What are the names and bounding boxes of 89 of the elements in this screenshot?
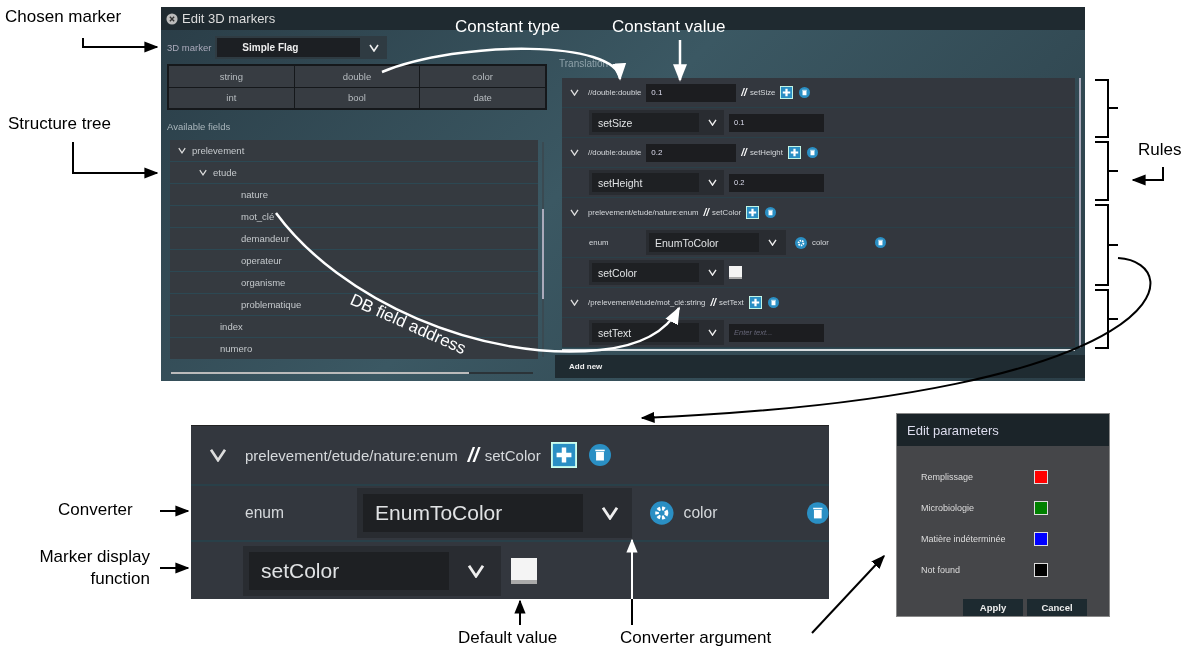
tree-item[interactable]: mot_clé <box>241 211 275 222</box>
tree-item[interactable]: etude <box>213 167 237 178</box>
function-dropdown[interactable]: setColor <box>589 260 724 285</box>
constant-type-button[interactable]: bool <box>294 87 420 108</box>
delete-icon[interactable] <box>799 87 811 98</box>
chevron-down-icon <box>708 179 717 186</box>
function-dropdown[interactable]: setSize <box>589 110 724 135</box>
separator-text: // <box>467 443 479 467</box>
delete-icon[interactable] <box>807 502 829 524</box>
tree-item[interactable]: demandeur <box>241 233 290 244</box>
chevron-down-icon <box>768 239 777 246</box>
chevron-down-icon <box>601 506 620 520</box>
close-icon[interactable] <box>166 12 178 25</box>
add-icon[interactable] <box>787 146 801 159</box>
add-icon[interactable] <box>780 86 794 99</box>
chevron-down-icon <box>708 269 717 276</box>
scrollbar[interactable] <box>1079 78 1081 348</box>
color-swatch[interactable] <box>729 266 742 279</box>
annotation-label: Marker display function <box>38 546 150 590</box>
chevron-down-icon[interactable] <box>570 89 579 96</box>
tree-item[interactable]: organisme <box>241 277 286 288</box>
add-icon[interactable] <box>748 296 762 309</box>
parameter-label: Matière indéterminée <box>921 533 1007 544</box>
parameter-label: Microbiologie <box>921 502 976 513</box>
window-title: Edit 3D markers <box>182 11 276 26</box>
function-name: setColor <box>484 446 541 464</box>
annotation-label: Converter <box>58 500 133 520</box>
settings-icon[interactable] <box>795 236 807 249</box>
tree-item[interactable]: prelevement <box>192 145 245 156</box>
settings-icon[interactable] <box>650 501 674 525</box>
annotation-label: Constant type <box>455 17 560 37</box>
chevron-down-icon <box>708 329 717 336</box>
annotation-label: Chosen marker <box>5 7 122 27</box>
chevron-down-icon[interactable] <box>199 169 207 176</box>
delete-icon[interactable] <box>875 237 886 248</box>
converter-dropdown[interactable]: EnumToColor <box>646 230 786 255</box>
constant-type-button[interactable]: double <box>294 66 420 87</box>
parameter-label: Remplissage <box>921 471 975 482</box>
chevron-down-icon[interactable] <box>570 299 579 306</box>
scrollbar[interactable] <box>171 372 533 374</box>
tree-item[interactable]: nature <box>241 189 268 200</box>
chevron-down-icon[interactable] <box>570 149 579 156</box>
delete-icon[interactable] <box>765 207 777 218</box>
scrollbar[interactable] <box>542 142 544 357</box>
chevron-down-icon <box>708 119 717 126</box>
constant-type-button[interactable]: string <box>169 66 294 87</box>
separator-text: // <box>741 147 747 158</box>
annotation-label: Structure tree <box>8 114 111 134</box>
tree-item[interactable]: problematique <box>241 299 302 310</box>
constant-value-input[interactable]: 0.2 <box>646 143 737 162</box>
separator-text: // <box>710 297 716 308</box>
converter-type-label: enum <box>245 504 285 522</box>
add-new-button[interactable]: Add new <box>569 362 603 371</box>
dialog-button[interactable]: Apply <box>963 599 1023 616</box>
constant-type-button[interactable]: int <box>169 87 294 108</box>
chevron-down-icon[interactable] <box>178 147 186 154</box>
function-dropdown[interactable]: setColor <box>243 546 501 596</box>
delete-icon[interactable] <box>588 444 611 466</box>
add-icon[interactable] <box>746 206 760 219</box>
constant-type-button[interactable]: date <box>420 87 545 108</box>
converter-argument: color <box>683 504 719 522</box>
tree-item[interactable]: index <box>220 321 243 332</box>
fields-label: Available fields <box>167 121 232 134</box>
chevron-down-icon <box>369 43 380 52</box>
parameter-label: Not found <box>921 564 962 575</box>
function-dropdown[interactable]: setText <box>589 320 724 345</box>
tree-item[interactable]: numero <box>220 343 253 354</box>
color-swatch[interactable] <box>511 558 537 584</box>
annotation-label: Converter argument <box>620 628 772 648</box>
annotation-label: Constant value <box>612 17 726 37</box>
converter-dropdown[interactable]: EnumToColor <box>357 488 633 538</box>
dialog-button[interactable]: Cancel <box>1027 599 1087 616</box>
chevron-down-icon[interactable] <box>209 448 227 462</box>
tree-item[interactable]: operateur <box>241 255 282 266</box>
annotation-label: Default value <box>458 628 558 648</box>
dialog-title: Edit parameters <box>897 414 1109 446</box>
chevron-down-icon[interactable] <box>570 209 579 216</box>
delete-icon[interactable] <box>806 147 818 158</box>
delete-icon[interactable] <box>767 297 779 308</box>
constant-value-input[interactable]: 0.1 <box>646 83 737 102</box>
separator-text: // <box>741 87 747 98</box>
marker-dropdown[interactable]: Simple Flag <box>215 36 388 59</box>
marker-label: 3D marker <box>167 42 212 53</box>
add-icon[interactable] <box>550 442 577 468</box>
separator-text: // <box>703 207 710 218</box>
chevron-down-icon <box>467 564 485 578</box>
function-dropdown[interactable]: setHeight <box>589 170 724 195</box>
annotation-label: Rules <box>1138 140 1182 160</box>
rule-path: prelevement/etude/nature:enum <box>245 446 458 464</box>
